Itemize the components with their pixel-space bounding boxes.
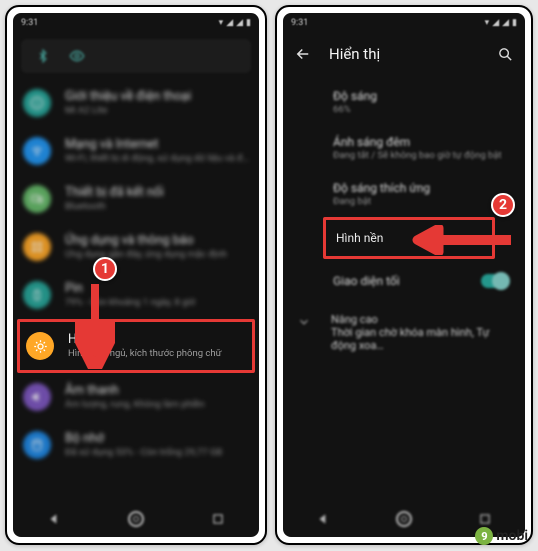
search-button[interactable] (495, 44, 515, 64)
devices-icon (23, 185, 51, 213)
phone-frame-right: 9:31 ▾◢◢▮ Hiển thị Độ sáng 66% Ánh sáng … (275, 5, 533, 545)
darktheme-toggle[interactable] (481, 274, 509, 288)
item-title: Âm thanh (65, 383, 249, 399)
sound-item[interactable]: Âm thanh Âm lượng, rung, Không làm phiền (13, 373, 259, 421)
adaptive-brightness-item[interactable]: Độ sáng thích ứng Đang bật (283, 171, 525, 217)
battery-item[interactable]: Pin 79% - Còn khoảng 1 ngày, 8 giờ (13, 271, 259, 319)
status-time: 9:31 (21, 18, 38, 28)
chevron-down-icon (297, 315, 315, 329)
back-button[interactable] (293, 44, 313, 64)
item-title: Bộ nhớ (65, 431, 249, 447)
nav-back[interactable] (45, 510, 63, 528)
info-icon (23, 89, 51, 117)
screen-title: Hiển thị (329, 45, 479, 63)
item-title: Mạng và Internet (65, 137, 249, 153)
item-title: Ánh sáng đêm (333, 135, 509, 149)
item-title: Độ sáng (333, 89, 509, 103)
status-bar: 9:31 ▾◢◢▮ (13, 13, 259, 33)
network-item[interactable]: Mạng và Internet Wi-Fi, thiết bị di động… (13, 127, 259, 175)
display-settings-list: Độ sáng 66% Ánh sáng đêm Đang tắt / Sẽ k… (283, 75, 525, 362)
about-phone-item[interactable]: Giới thiệu về điện thoại Mi A2 Lite (13, 79, 259, 127)
item-title: Nâng cao (331, 313, 509, 326)
status-time: 9:31 (291, 18, 308, 28)
wallpaper-item[interactable]: Hình nền (326, 220, 492, 256)
settings-list: Giới thiệu về điện thoại Mi A2 Lite Mạng… (13, 77, 259, 469)
watermark-text: mobi (496, 528, 528, 544)
display-item[interactable]: Hiển thị Hình nền, ngủ, kích thước phông… (20, 322, 252, 370)
nav-recent[interactable] (209, 510, 227, 528)
item-sub: Đang bật (333, 196, 509, 207)
item-sub: Wi-Fi, thiết bị di động, sử dụng dữ liệu… (65, 153, 249, 165)
storage-item[interactable]: Bộ nhớ Đã sử dụng 53% - Còn trống 29,77 … (13, 421, 259, 469)
item-sub: Đã sử dụng 53% - Còn trống 29,77 GB (65, 447, 249, 459)
item-title: Độ sáng thích ứng (333, 181, 509, 195)
item-sub: Đang tắt / Sẽ không bao giờ tự động bật (333, 150, 509, 161)
item-sub: 66% (333, 104, 509, 115)
nav-home[interactable] (127, 510, 145, 528)
battery-icon (23, 281, 51, 309)
screen-left: 9:31 ▾◢◢▮ Giới thiệu về điện thoại Mi A2… (13, 13, 259, 537)
item-title: Thiết bị đã kết nối (65, 185, 249, 201)
wallpaper-highlight: Hình nền (323, 217, 495, 259)
item-sub: Bluetooth (65, 201, 249, 213)
display-icon (26, 332, 54, 360)
phone-frame-left: 9:31 ▾◢◢▮ Giới thiệu về điện thoại Mi A2… (5, 5, 267, 545)
screen-right: 9:31 ▾◢◢▮ Hiển thị Độ sáng 66% Ánh sáng … (283, 13, 525, 537)
annotation-badge-2: 2 (491, 193, 515, 217)
item-sub: Hình nền, ngủ, kích thước phông chữ (68, 348, 242, 360)
item-title: Giao diện tối (333, 274, 400, 288)
watermark-badge: 9 (475, 527, 493, 545)
quick-tiles-row (21, 39, 251, 73)
connected-devices-item[interactable]: Thiết bị đã kết nối Bluetooth (13, 175, 259, 223)
apps-item[interactable]: Ứng dụng và thông báo Ứng dụng gần đây, … (13, 223, 259, 271)
nightlight-item[interactable]: Ánh sáng đêm Đang tắt / Sẽ không bao giờ… (283, 125, 525, 171)
wifi-icon (23, 137, 51, 165)
item-sub: Ứng dụng gần đây, ứng dụng mặc định (65, 249, 249, 261)
item-sub: Mi A2 Lite (65, 105, 249, 117)
app-bar: Hiển thị (283, 33, 525, 75)
nav-recent[interactable] (476, 510, 494, 528)
nav-home[interactable] (395, 510, 413, 528)
item-sub: 79% - Còn khoảng 1 ngày, 8 giờ (65, 297, 249, 309)
status-icons: ▾◢◢▮ (485, 18, 517, 28)
status-icons: ▾◢◢▮ (219, 18, 251, 28)
watermark: 9 mobi (475, 527, 528, 545)
item-sub: Âm lượng, rung, Không làm phiền (65, 399, 249, 411)
status-bar: 9:31 ▾◢◢▮ (283, 13, 525, 33)
item-title: Hiển thị (68, 332, 242, 348)
sound-icon (23, 383, 51, 411)
item-title: Ứng dụng và thông báo (65, 233, 249, 249)
nav-back[interactable] (314, 510, 332, 528)
eye-icon[interactable] (69, 48, 85, 64)
item-title: Pin (65, 281, 249, 297)
darktheme-item[interactable]: Giao diện tối (283, 259, 525, 303)
advanced-item[interactable]: Nâng cao Thời gian chờ khóa màn hình, Tự… (283, 303, 525, 362)
nav-bar (13, 505, 259, 533)
apps-icon (23, 233, 51, 261)
brightness-item[interactable]: Độ sáng 66% (283, 79, 525, 125)
display-highlight: Hiển thị Hình nền, ngủ, kích thước phông… (17, 319, 255, 373)
storage-icon (23, 431, 51, 459)
item-title: Giới thiệu về điện thoại (65, 89, 249, 105)
item-sub: Thời gian chờ khóa màn hình, Tự động xoa… (331, 326, 509, 352)
bluetooth-icon[interactable] (35, 48, 51, 64)
item-title: Hình nền (336, 231, 476, 245)
annotation-badge-1: 1 (93, 257, 117, 281)
